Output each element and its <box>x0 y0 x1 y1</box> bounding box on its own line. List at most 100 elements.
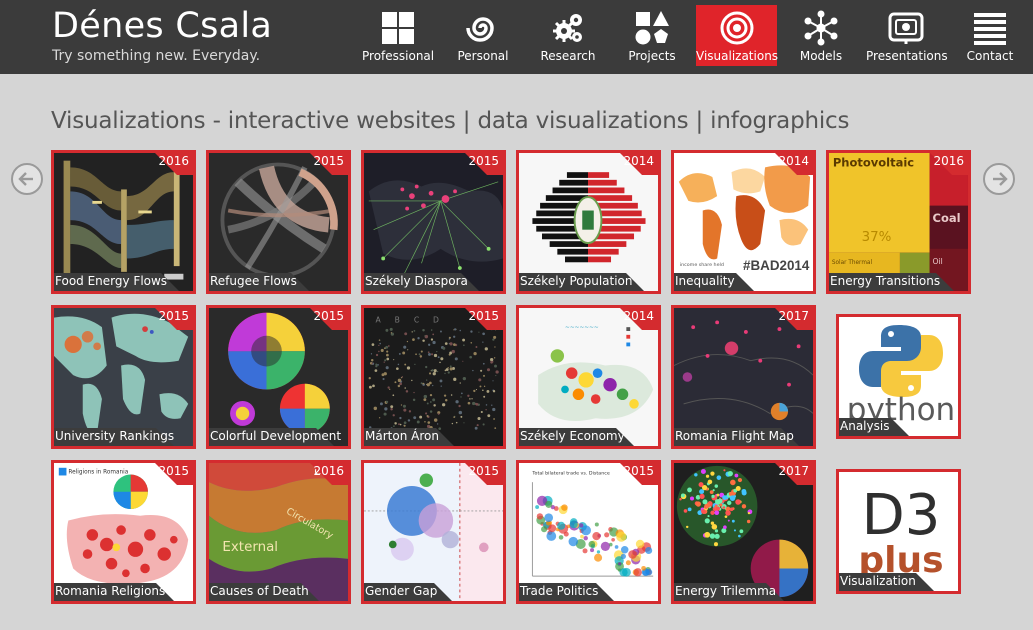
year-label: 2015 <box>158 309 189 323</box>
caption-label: Márton Áron <box>365 429 439 443</box>
nav-item-presentations[interactable]: Presentations <box>866 5 948 66</box>
viz-tile-inequality[interactable]: income share held #BAD2014 2014 Inequali… <box>671 150 816 294</box>
viz-tile-university-rankings[interactable]: 2015 University Rankings <box>51 305 196 449</box>
nav-label: Research <box>540 49 596 63</box>
solar-thermal-text: Solar Thermal <box>832 260 873 266</box>
caption-label: Gender Gap <box>365 584 438 598</box>
carousel-next-button[interactable] <box>983 163 1015 195</box>
year-badge: 2015 <box>141 308 193 330</box>
year-label: 2017 <box>778 464 809 478</box>
year-label: 2016 <box>313 464 344 478</box>
viz-tile-causes-of-death[interactable]: Cance External Circulatory 2016 Causes o… <box>206 460 351 604</box>
year-label: 2015 <box>313 154 344 168</box>
year-badge: 2015 <box>141 463 193 485</box>
caption-label: Székely Population <box>520 274 633 288</box>
carousel-prev-button[interactable] <box>11 163 43 195</box>
viz-tile-szekely-economy[interactable]: ~~~~~~~ 2014 Székely Economy <box>516 305 661 449</box>
caption-label: Causes of Death <box>210 584 309 598</box>
caption-label: Analysis <box>840 419 890 433</box>
brand[interactable]: Dénes Csala Try something new. Everyday. <box>52 6 272 64</box>
nav-label: Contact <box>966 49 1014 63</box>
caption-label: Refugee Flows <box>210 274 297 288</box>
religions-title-text: Religions in Romania <box>68 470 128 476</box>
viz-tile-szekely-diaspora[interactable]: 2015 Székely Diaspora <box>361 150 506 294</box>
svg-text:income share held: income share held <box>680 262 724 268</box>
nav-item-personal[interactable]: Personal <box>450 5 516 66</box>
viz-tile-food-energy-flows[interactable]: 2016 Food Energy Flows <box>51 150 196 294</box>
caption-label: Székely Economy <box>520 429 625 443</box>
year-label: 2016 <box>933 154 964 168</box>
year-label: 2015 <box>468 464 499 478</box>
year-badge: 2015 <box>296 153 348 175</box>
nav-label: Visualizations <box>696 49 779 63</box>
viz-tile-szekely-population[interactable]: 2014 Székely Population <box>516 150 661 294</box>
viz-tile-romania-flight-map[interactable]: 2017 Romania Flight Map <box>671 305 816 449</box>
nav-label: Projects <box>628 49 676 63</box>
year-badge: 2014 <box>606 308 658 330</box>
caption-label: Romania Flight Map <box>675 429 794 443</box>
arrow-left-icon <box>18 172 33 186</box>
network-icon <box>804 10 838 46</box>
viz-tile-refugee-flows[interactable]: 2015 Refugee Flows <box>206 150 351 294</box>
caption-label: Colorful Development <box>210 429 342 443</box>
caption-label: Energy Transitions <box>830 274 941 288</box>
spiral-icon <box>466 17 494 42</box>
year-label: 2017 <box>778 309 809 323</box>
tool-tile-python[interactable]: python Analysis <box>836 314 961 439</box>
year-badge: 2015 <box>451 308 503 330</box>
caption-label: Inequality <box>675 274 735 288</box>
nav-item-models[interactable]: Models <box>792 5 850 66</box>
year-badge: 2015 <box>451 463 503 485</box>
year-badge: 2017 <box>761 463 813 485</box>
caption-label: Romania Religions <box>55 584 166 598</box>
year-badge: 2014 <box>761 153 813 175</box>
viz-tile-romania-religions[interactable]: Religions in Romania 2015 Romania Religi… <box>51 460 196 604</box>
nav-label: Models <box>799 49 843 63</box>
site-tagline: Try something new. Everyday. <box>52 48 261 64</box>
grid-icon <box>382 12 414 44</box>
nav-label: Personal <box>457 49 509 63</box>
year-label: 2016 <box>158 154 189 168</box>
viz-tile-colorful-development[interactable]: 2015 Colorful Development <box>206 305 351 449</box>
year-label: 2014 <box>623 154 654 168</box>
presentation-icon <box>888 12 924 44</box>
viz-tile-trade-politics[interactable]: Total bilateral trade vs. Distance 2015 … <box>516 460 661 604</box>
tool-tile-d3plus[interactable]: D3 plus Visualization <box>836 469 961 594</box>
svg-text:A: A <box>376 315 382 324</box>
year-label: 2015 <box>468 154 499 168</box>
caption-label: Trade Politics <box>520 584 599 598</box>
svg-text:C: C <box>414 315 419 324</box>
year-badge: 2016 <box>141 153 193 175</box>
svg-text:~~~~~~~: ~~~~~~~ <box>565 325 599 331</box>
year-badge: 2015 <box>606 463 658 485</box>
photovoltaic-text: Photovoltaic <box>833 155 914 169</box>
caption-label: Visualization <box>840 574 916 588</box>
svg-text:D: D <box>433 315 439 324</box>
nav-label: Professional <box>362 49 435 63</box>
year-label: 2015 <box>468 309 499 323</box>
year-label: 2014 <box>778 154 809 168</box>
nav-item-contact[interactable]: Contact <box>962 5 1018 66</box>
year-label: 2015 <box>158 464 189 478</box>
arrow-right-icon <box>993 172 1008 186</box>
viz-tile-energy-transitions[interactable]: Photovoltaic 37% Coal Solar Thermal Oil … <box>826 150 971 294</box>
page-title: Visualizations - interactive websites | … <box>51 108 850 134</box>
year-badge: 2015 <box>296 308 348 330</box>
nav-item-research[interactable]: Research <box>535 5 601 66</box>
oil-text: Oil <box>933 257 943 266</box>
site-title[interactable]: Dénes Csala <box>52 6 272 46</box>
menu-lines-icon <box>974 13 1006 45</box>
nav-item-professional[interactable]: Professional <box>362 5 434 66</box>
year-label: 2015 <box>623 464 654 478</box>
viz-tile-gender-gap[interactable]: 2015 Gender Gap <box>361 460 506 604</box>
nav-item-projects[interactable]: Projects <box>620 5 684 66</box>
nav-item-visualizations[interactable]: Visualizations <box>696 5 779 66</box>
viz-tile-marton-aron[interactable]: A B C D 2015 Márton Áron <box>361 305 506 449</box>
site-header: Dénes Csala Try something new. Everyday.… <box>0 0 1033 74</box>
viz-tile-energy-trilemma[interactable]: 2017 Energy Trilemma <box>671 460 816 604</box>
shapes-icon <box>635 11 669 45</box>
external-text: External <box>222 540 278 555</box>
target-icon <box>720 11 753 45</box>
caption-label: Energy Trilemma <box>675 584 777 598</box>
year-label: 2014 <box>623 309 654 323</box>
